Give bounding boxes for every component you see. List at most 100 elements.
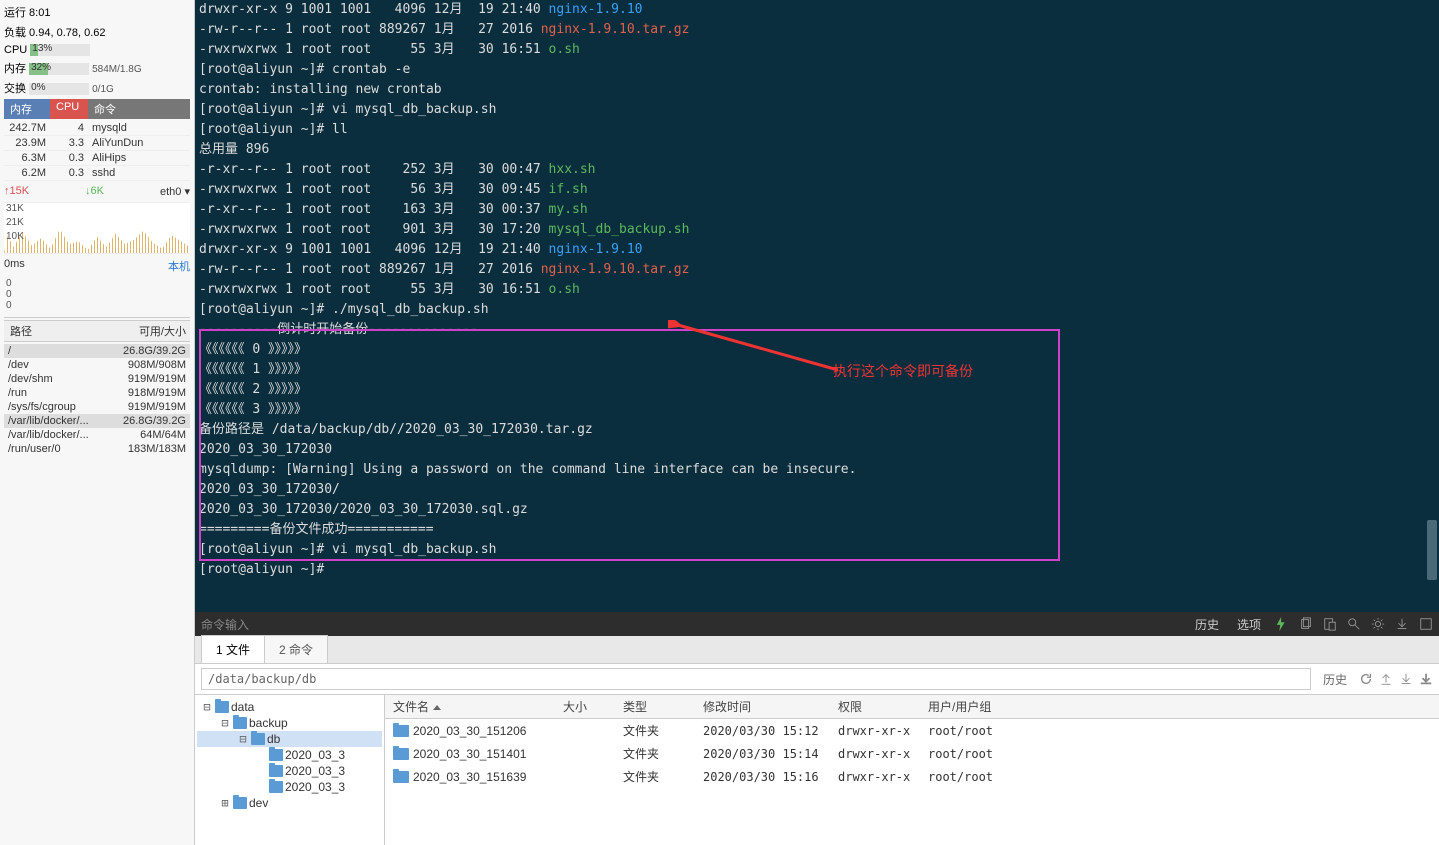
download-file-icon[interactable] (1399, 672, 1413, 686)
folder-icon (233, 797, 247, 809)
tree-item[interactable]: ⊟data (197, 699, 382, 715)
folder-icon (251, 733, 265, 745)
command-bar: 命令输入 历史 选项 (195, 612, 1439, 636)
disk-row[interactable]: /dev908M/908M (4, 358, 190, 372)
upload-icon[interactable] (1379, 672, 1393, 686)
folder-icon (215, 701, 229, 713)
latency-ms: 0ms (4, 258, 25, 274)
disk-hdr-path: 路径 (4, 321, 112, 341)
proc-row[interactable]: 6.2M0.3sshd (4, 166, 190, 181)
terminal[interactable]: drwxr-xr-x 9 1001 1001 4096 12月 19 21:40… (195, 0, 1439, 612)
disk-row[interactable]: /26.8G/39.2G (4, 344, 190, 358)
bolt-icon[interactable] (1275, 617, 1289, 631)
axis-2: 21K (6, 217, 24, 228)
disk-row[interactable]: /var/lib/docker/...26.8G/39.2G (4, 414, 190, 428)
hdr-cmd: 命令 (88, 99, 190, 119)
file-list[interactable]: 文件名 大小 类型 修改时间 权限 用户/用户组 2020_03_30_1512… (385, 695, 1439, 845)
col-owner[interactable]: 用户/用户组 (920, 695, 1439, 718)
tree-item[interactable]: 2020_03_3 (197, 747, 382, 763)
col-size[interactable]: 大小 (555, 695, 615, 718)
axis-1: 31K (6, 203, 24, 214)
tree-item[interactable]: 2020_03_3 (197, 763, 382, 779)
path-input[interactable]: /data/backup/db (201, 668, 1311, 690)
tree-toggle-icon[interactable]: ⊞ (219, 796, 231, 810)
copy-icon[interactable] (1299, 617, 1313, 631)
net-row: ↑15K ↓6K eth0 ▾ (4, 183, 190, 200)
expand-icon[interactable] (1419, 617, 1433, 631)
file-row[interactable]: 2020_03_30_151639文件夹2020/03/30 15:16drwx… (385, 765, 1439, 788)
latency-row: 0ms 本机 (4, 256, 190, 276)
disk-hdr-avail: 可用/大小 (112, 321, 190, 341)
download-all-icon[interactable] (1419, 672, 1433, 686)
proc-header: 内存 CPU 命令 (4, 99, 190, 119)
path-history-button[interactable]: 历史 (1317, 669, 1353, 690)
folder-tree[interactable]: ⊟data⊟backup⊟db2020_03_32020_03_32020_03… (195, 695, 385, 845)
disk-row[interactable]: /run918M/919M (4, 386, 190, 400)
net-down: ↓6K (85, 185, 104, 198)
tree-item[interactable]: ⊟backup (197, 715, 382, 731)
folder-icon (393, 771, 409, 783)
mem-text: 584M/1.8G (92, 64, 141, 75)
sidebar: 运行 8:01 负载 0.94, 0.78, 0.62 CPU 13% 内存 3… (0, 0, 195, 845)
folder-icon (269, 749, 283, 761)
disk-header: 路径 可用/大小 (4, 320, 190, 342)
history-button[interactable]: 历史 (1191, 616, 1223, 633)
tab[interactable]: 2 命令 (264, 635, 328, 663)
disk-row[interactable]: /dev/shm919M/919M (4, 372, 190, 386)
tab[interactable]: 1 文件 (201, 635, 265, 663)
folder-icon (269, 765, 283, 777)
tab-bar: 1 文件2 命令 (195, 636, 1439, 664)
tree-item[interactable]: ⊟db (197, 731, 382, 747)
folder-icon (393, 748, 409, 760)
terminal-scrollbar[interactable] (1427, 520, 1437, 580)
hdr-cpu: CPU (50, 99, 88, 119)
swap-label: 交换 (4, 83, 26, 95)
mem-percent: 32% (31, 62, 51, 73)
disk-row[interactable]: /sys/fs/cgroup919M/919M (4, 400, 190, 414)
disk-row[interactable]: /run/user/0183M/183M (4, 442, 190, 456)
proc-row[interactable]: 6.3M0.3AliHips (4, 151, 190, 166)
mem-label: 内存 (4, 63, 26, 75)
file-row[interactable]: 2020_03_30_151206文件夹2020/03/30 15:12drwx… (385, 719, 1439, 742)
cpu-percent: 13% (32, 43, 52, 54)
tree-toggle-icon[interactable]: ⊟ (219, 716, 231, 730)
uptime: 运行 8:01 (4, 3, 190, 21)
swap-percent: 0% (31, 82, 45, 93)
col-perm[interactable]: 权限 (830, 695, 920, 718)
cpu-row: CPU 13% (4, 43, 190, 57)
file-list-header: 文件名 大小 类型 修改时间 权限 用户/用户组 (385, 695, 1439, 719)
disk-table: /26.8G/39.2G/dev908M/908M/dev/shm919M/91… (4, 344, 190, 456)
proc-table: 242.7M4mysqld23.9M3.3AliYunDun6.3M0.3Ali… (4, 121, 190, 181)
swap-row: 交换 0% 0/1G (4, 79, 190, 97)
file-toolbar: /data/backup/db 历史 (195, 664, 1439, 695)
gear-icon[interactable] (1371, 617, 1385, 631)
load: 负载 0.94, 0.78, 0.62 (4, 23, 190, 41)
tree-item[interactable]: ⊞dev (197, 795, 382, 811)
download-icon[interactable] (1395, 617, 1409, 631)
swap-text: 0/1G (92, 84, 114, 95)
proc-row[interactable]: 242.7M4mysqld (4, 121, 190, 136)
options-button[interactable]: 选项 (1233, 616, 1265, 633)
tree-toggle-icon[interactable]: ⊟ (201, 700, 213, 714)
arrow-icon (668, 320, 858, 380)
proc-row[interactable]: 23.9M3.3AliYunDun (4, 136, 190, 151)
refresh-icon[interactable] (1359, 672, 1373, 686)
net-up: ↑15K (4, 185, 29, 198)
paste-icon[interactable] (1323, 617, 1337, 631)
annotation-text: 执行这个命令即可备份 (833, 362, 973, 382)
hdr-mem: 内存 (4, 99, 50, 119)
folder-icon (393, 725, 409, 737)
col-type[interactable]: 类型 (615, 695, 695, 718)
search-icon[interactable] (1347, 617, 1361, 631)
folder-icon (269, 781, 283, 793)
tree-item[interactable]: 2020_03_3 (197, 779, 382, 795)
disk-row[interactable]: /var/lib/docker/...64M/64M (4, 428, 190, 442)
latency-host[interactable]: 本机 (168, 258, 190, 274)
col-name[interactable]: 文件名 (385, 695, 555, 718)
net-iface[interactable]: eth0 ▾ (160, 185, 190, 198)
mem-row: 内存 32% 584M/1.8G (4, 59, 190, 77)
tree-toggle-icon[interactable]: ⊟ (237, 732, 249, 746)
file-row[interactable]: 2020_03_30_151401文件夹2020/03/30 15:14drwx… (385, 742, 1439, 765)
command-input[interactable]: 命令输入 (201, 616, 1181, 633)
col-modified[interactable]: 修改时间 (695, 695, 830, 718)
